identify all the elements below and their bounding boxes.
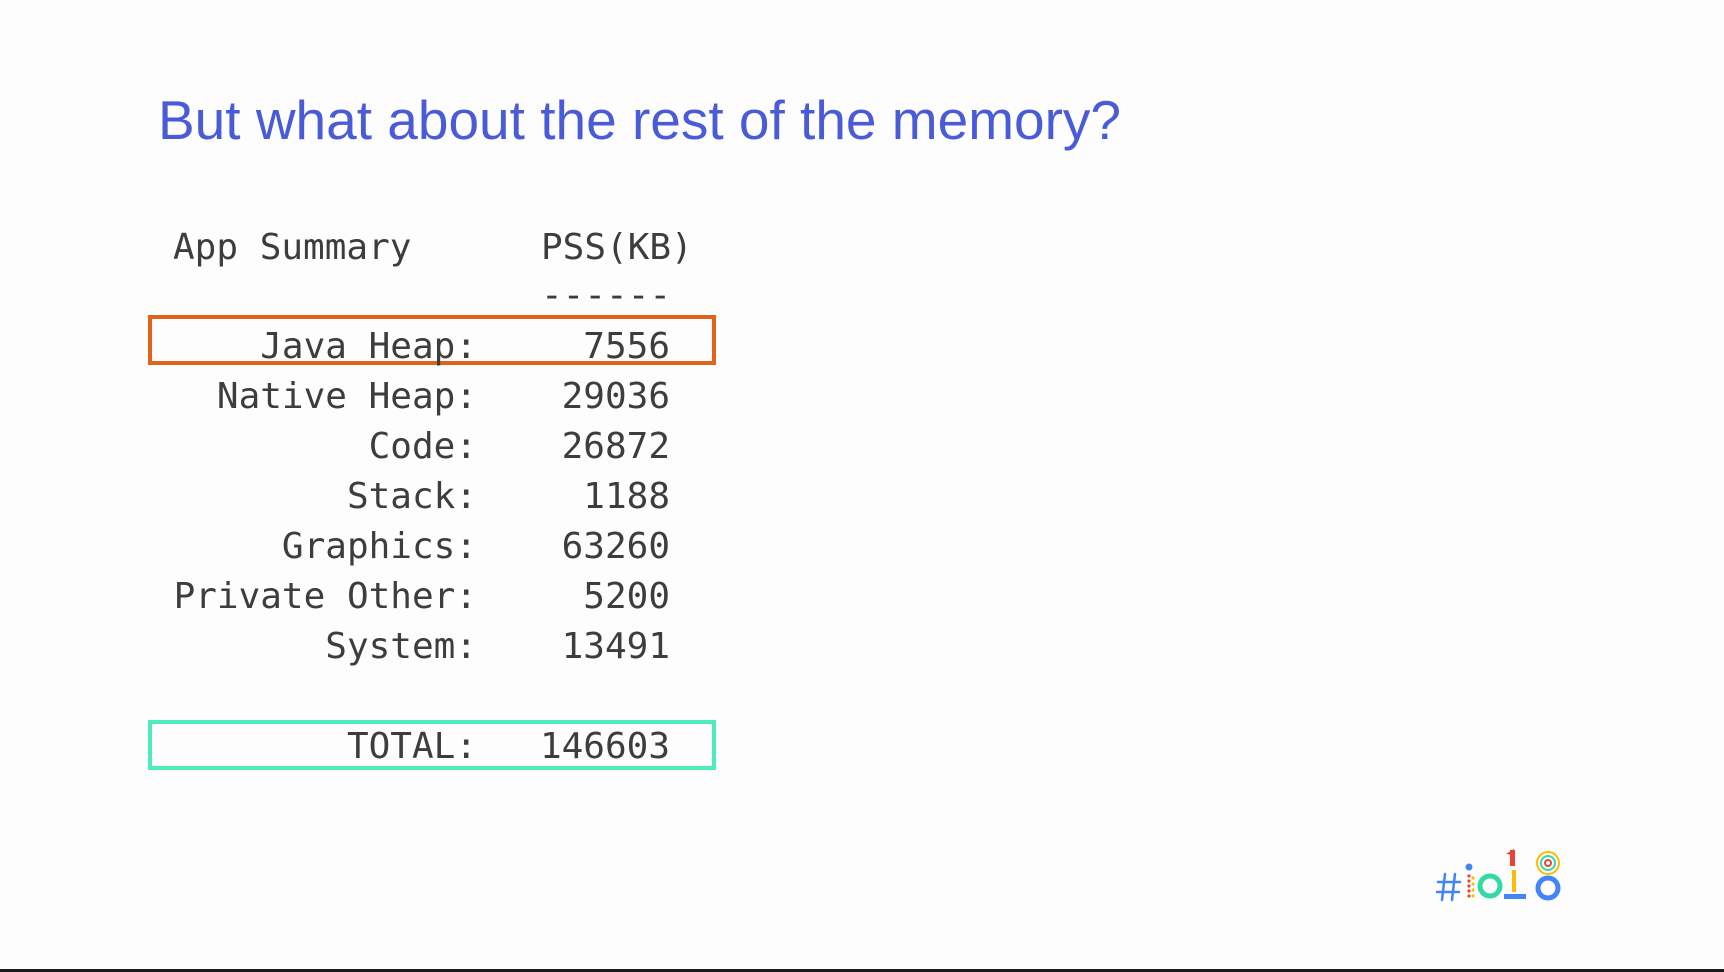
google-io-18-logo-icon — [1436, 849, 1561, 902]
total-value: 146603 — [539, 726, 670, 767]
row-value-system: 13491 — [561, 626, 670, 667]
row-value-native-heap: 29036 — [561, 376, 670, 417]
slide-title: But what about the rest of the memory? — [158, 89, 1122, 151]
row-label-system: System: — [325, 626, 477, 667]
row-label-stack: Stack: — [346, 476, 477, 517]
row-value-graphics: 63260 — [561, 526, 670, 567]
row-value-private-other: 5200 — [583, 576, 670, 617]
header-pss-kb: PSS(KB) — [541, 227, 693, 268]
row-label-private-other: Private Other: — [173, 576, 477, 617]
row-value-stack: 1188 — [583, 476, 670, 517]
row-label-java-heap: Java Heap: — [260, 326, 477, 367]
row-label-code: Code: — [368, 426, 477, 467]
total-label: TOTAL: — [346, 726, 477, 767]
row-label-native-heap: Native Heap: — [216, 376, 477, 417]
header-underline: ------ — [541, 275, 672, 316]
row-label-graphics: Graphics: — [281, 526, 477, 567]
row-value-code: 26872 — [561, 426, 670, 467]
header-app-summary: App Summary — [173, 227, 412, 268]
row-value-java-heap: 7556 — [583, 326, 670, 367]
